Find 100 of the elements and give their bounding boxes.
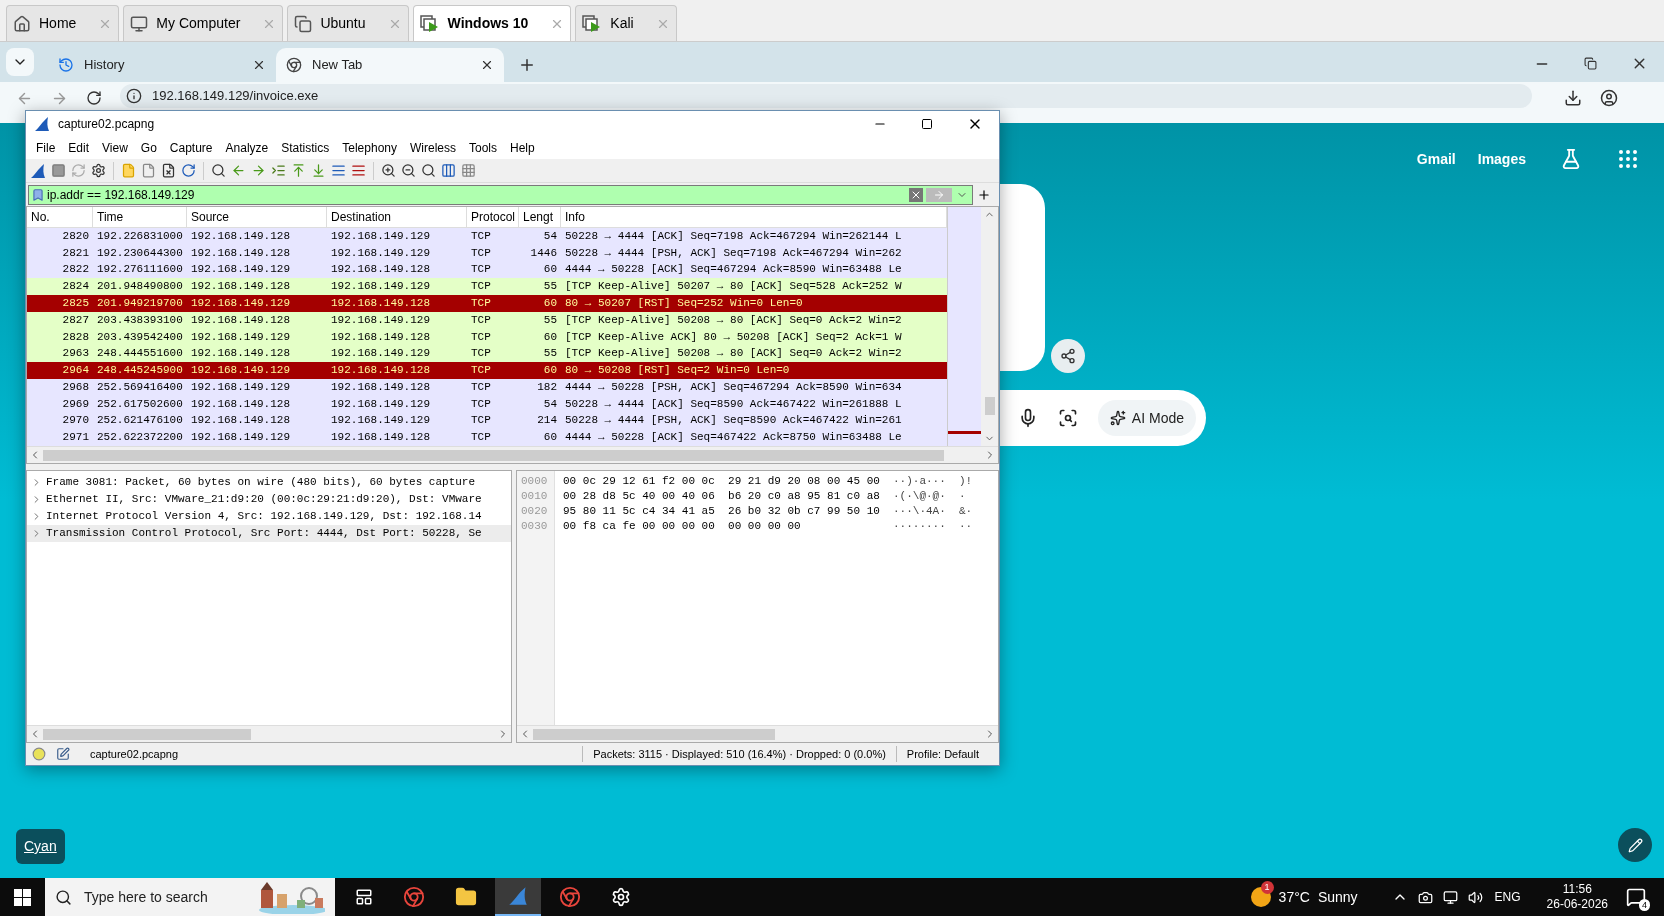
clear-icon[interactable] xyxy=(909,187,923,202)
arrow-up-icon[interactable] xyxy=(291,163,306,178)
browser-tab[interactable]: History xyxy=(48,48,276,82)
address-bar[interactable]: 192.168.149.129/invoice.exe xyxy=(120,84,1532,108)
close-icon[interactable] xyxy=(252,58,266,72)
header-link[interactable]: Gmail xyxy=(1416,148,1456,170)
taskbar-search[interactable]: Type here to search xyxy=(45,878,335,916)
display-filter-field[interactable]: ip.addr == 192.168.149.129 xyxy=(28,184,973,205)
bookmark-icon[interactable] xyxy=(31,187,45,202)
restart-icon[interactable] xyxy=(71,163,86,178)
zoom-in-icon[interactable] xyxy=(381,163,396,178)
scrollbar[interactable] xyxy=(27,725,511,742)
detail-row[interactable]: Ethernet II, Src: VMware_21:d9:20 (00:0c:29:21:d9:20), Dst: VMware xyxy=(27,491,511,508)
packet-row[interactable]: 2970 252.621476100 192.168.149.128 192.168.149.129 TCP 214 50228 → 4444 [PSH, ACK] Seq=8590 Ack=467422 Win=261 xyxy=(27,412,947,430)
edit-button[interactable] xyxy=(1618,828,1652,862)
windows-logo-icon[interactable] xyxy=(14,888,31,906)
scrollbar[interactable] xyxy=(27,446,998,463)
menu-item[interactable]: Wireless xyxy=(404,139,462,157)
shark-fin-icon[interactable] xyxy=(30,162,46,179)
header-link[interactable]: Images xyxy=(1477,148,1526,170)
column-header[interactable]: Destination xyxy=(327,207,467,227)
menu-item[interactable]: Go xyxy=(134,139,163,157)
menu-item[interactable]: Tools xyxy=(463,139,503,157)
network-icon[interactable] xyxy=(1442,889,1458,905)
menu-item[interactable]: Telephony xyxy=(336,139,403,157)
speaker-icon[interactable] xyxy=(1467,889,1483,905)
forward-icon[interactable] xyxy=(51,90,68,107)
colorize-icon[interactable] xyxy=(351,163,366,178)
new-tab-icon[interactable] xyxy=(518,56,536,74)
column-header[interactable]: No. xyxy=(27,207,93,227)
folder-icon[interactable] xyxy=(455,886,477,908)
scroll-thumb[interactable] xyxy=(43,728,251,740)
apps-grid-icon[interactable] xyxy=(1616,147,1640,171)
edit-comment-icon[interactable] xyxy=(56,747,70,761)
camera-icon[interactable] xyxy=(1417,889,1433,905)
resize-columns-icon[interactable] xyxy=(441,163,456,178)
maximize-icon[interactable] xyxy=(921,118,933,130)
scrollbar[interactable] xyxy=(981,207,998,446)
detail-row[interactable]: Frame 3081: Packet, 60 bytes on wire (480 bits), 60 bytes capture xyxy=(27,474,511,491)
jump-icon[interactable] xyxy=(271,163,286,178)
profile-icon[interactable] xyxy=(1600,89,1618,107)
browser-tab[interactable]: New Tab xyxy=(276,48,504,82)
close-file-icon[interactable] xyxy=(161,163,176,178)
vm-tab[interactable]: Windows 10 xyxy=(412,5,572,41)
flask-icon[interactable] xyxy=(1560,148,1582,170)
gear-icon[interactable] xyxy=(91,163,106,178)
menu-item[interactable]: Statistics xyxy=(275,139,336,157)
column-header[interactable]: Lengt xyxy=(519,207,561,227)
settings-icon[interactable] xyxy=(611,887,631,907)
packet-row[interactable]: 2964 248.445245900 192.168.149.129 192.168.149.128 TCP 60 80 → 50208 [RST] Seq=2 Win=0 Len=0 xyxy=(27,362,947,379)
column-header[interactable]: Protocol xyxy=(467,207,519,227)
menu-item[interactable]: Analyze xyxy=(219,139,275,157)
search-icon[interactable] xyxy=(211,163,226,178)
menu-item[interactable]: File xyxy=(30,139,62,157)
close-icon[interactable] xyxy=(480,58,494,72)
menu-item[interactable]: View xyxy=(96,139,134,157)
autoscroll-icon[interactable] xyxy=(331,163,346,178)
layout-icon[interactable] xyxy=(461,163,476,178)
detail-row[interactable]: Transmission Control Protocol, Src Port: 4444, Dst Port: 50228, Se xyxy=(27,525,511,542)
notification-icon[interactable] xyxy=(1626,887,1646,907)
scroll-thumb[interactable] xyxy=(533,728,776,740)
reload-icon[interactable] xyxy=(181,163,196,178)
packet-row[interactable]: 2822 192.276111600 192.168.149.129 192.168.149.128 TCP 60 4444 → 50228 [ACK] Seq=467294 Ack=8590 Win=63488 Le xyxy=(27,261,947,279)
camera-search-icon[interactable] xyxy=(1057,408,1078,428)
ai-mode-button[interactable]: AI Mode xyxy=(1097,400,1196,436)
vm-tab[interactable]: Home xyxy=(6,5,120,41)
packet-row[interactable]: 2824 201.948490800 192.168.149.128 192.168.149.129 TCP 55 [TCP Keep-Alive] 50207 → 80 [ACK] Seq=528 Ack=252 W xyxy=(27,278,947,295)
vm-tab[interactable]: Kali xyxy=(575,5,677,41)
vm-tab[interactable]: My Computer xyxy=(123,5,284,41)
status-indicator-icon[interactable] xyxy=(32,747,46,761)
theme-button[interactable]: Cyan xyxy=(16,829,65,864)
zoom-reset-icon[interactable] xyxy=(421,163,436,178)
packet-row[interactable]: 2828 203.439542400 192.168.149.129 192.168.149.128 TCP 60 [TCP Keep-Alive ACK] 80 → 50208 [ACK] Seq=2 Ack=1 W xyxy=(27,328,947,346)
add-filter-icon[interactable] xyxy=(977,187,991,202)
language-indicator[interactable]: ENG xyxy=(1494,888,1521,906)
task-view-icon[interactable] xyxy=(355,888,373,906)
menu-item[interactable]: Capture xyxy=(163,139,219,157)
file-icon[interactable] xyxy=(141,163,156,178)
scroll-thumb[interactable] xyxy=(43,449,945,461)
arrow-down-icon[interactable] xyxy=(311,163,326,178)
share-button[interactable] xyxy=(1051,339,1085,373)
packet-row[interactable]: 2963 248.444551600 192.168.149.128 192.168.149.129 TCP 55 [TCP Keep-Alive] 50208 → 80 [ACK] Seq=0 Ack=2 Win=2 xyxy=(27,345,947,362)
scrollbar[interactable] xyxy=(517,725,998,742)
browser-icon[interactable] xyxy=(559,886,581,908)
packet-row[interactable]: 2971 252.622372200 192.168.149.129 192.168.149.128 TCP 60 4444 → 50228 [ACK] Seq=467422 Ack=8750 Win=63488 Le xyxy=(27,429,947,446)
column-header[interactable]: Source xyxy=(187,207,327,227)
back-icon[interactable] xyxy=(16,90,33,107)
clock[interactable]: 11:56 26-06-2026 xyxy=(1546,882,1608,912)
column-header[interactable]: Time xyxy=(93,207,187,227)
vm-tab[interactable]: Ubuntu xyxy=(287,5,409,41)
browser-icon[interactable] xyxy=(403,886,425,908)
search-box[interactable]: AI Mode xyxy=(1000,390,1206,446)
reload-icon[interactable] xyxy=(86,90,102,106)
download-icon[interactable] xyxy=(1564,89,1582,107)
detail-row[interactable]: Internet Protocol Version 4, Src: 192.168.149.129, Dst: 192.168.14 xyxy=(27,508,511,525)
filter-input[interactable]: ip.addr == 192.168.149.129 xyxy=(47,185,909,204)
tab-search-button[interactable] xyxy=(6,48,34,76)
shark-fin-app-icon[interactable] xyxy=(495,878,541,916)
restore-icon[interactable] xyxy=(1584,57,1597,70)
arrow-right-icon[interactable] xyxy=(251,163,266,178)
